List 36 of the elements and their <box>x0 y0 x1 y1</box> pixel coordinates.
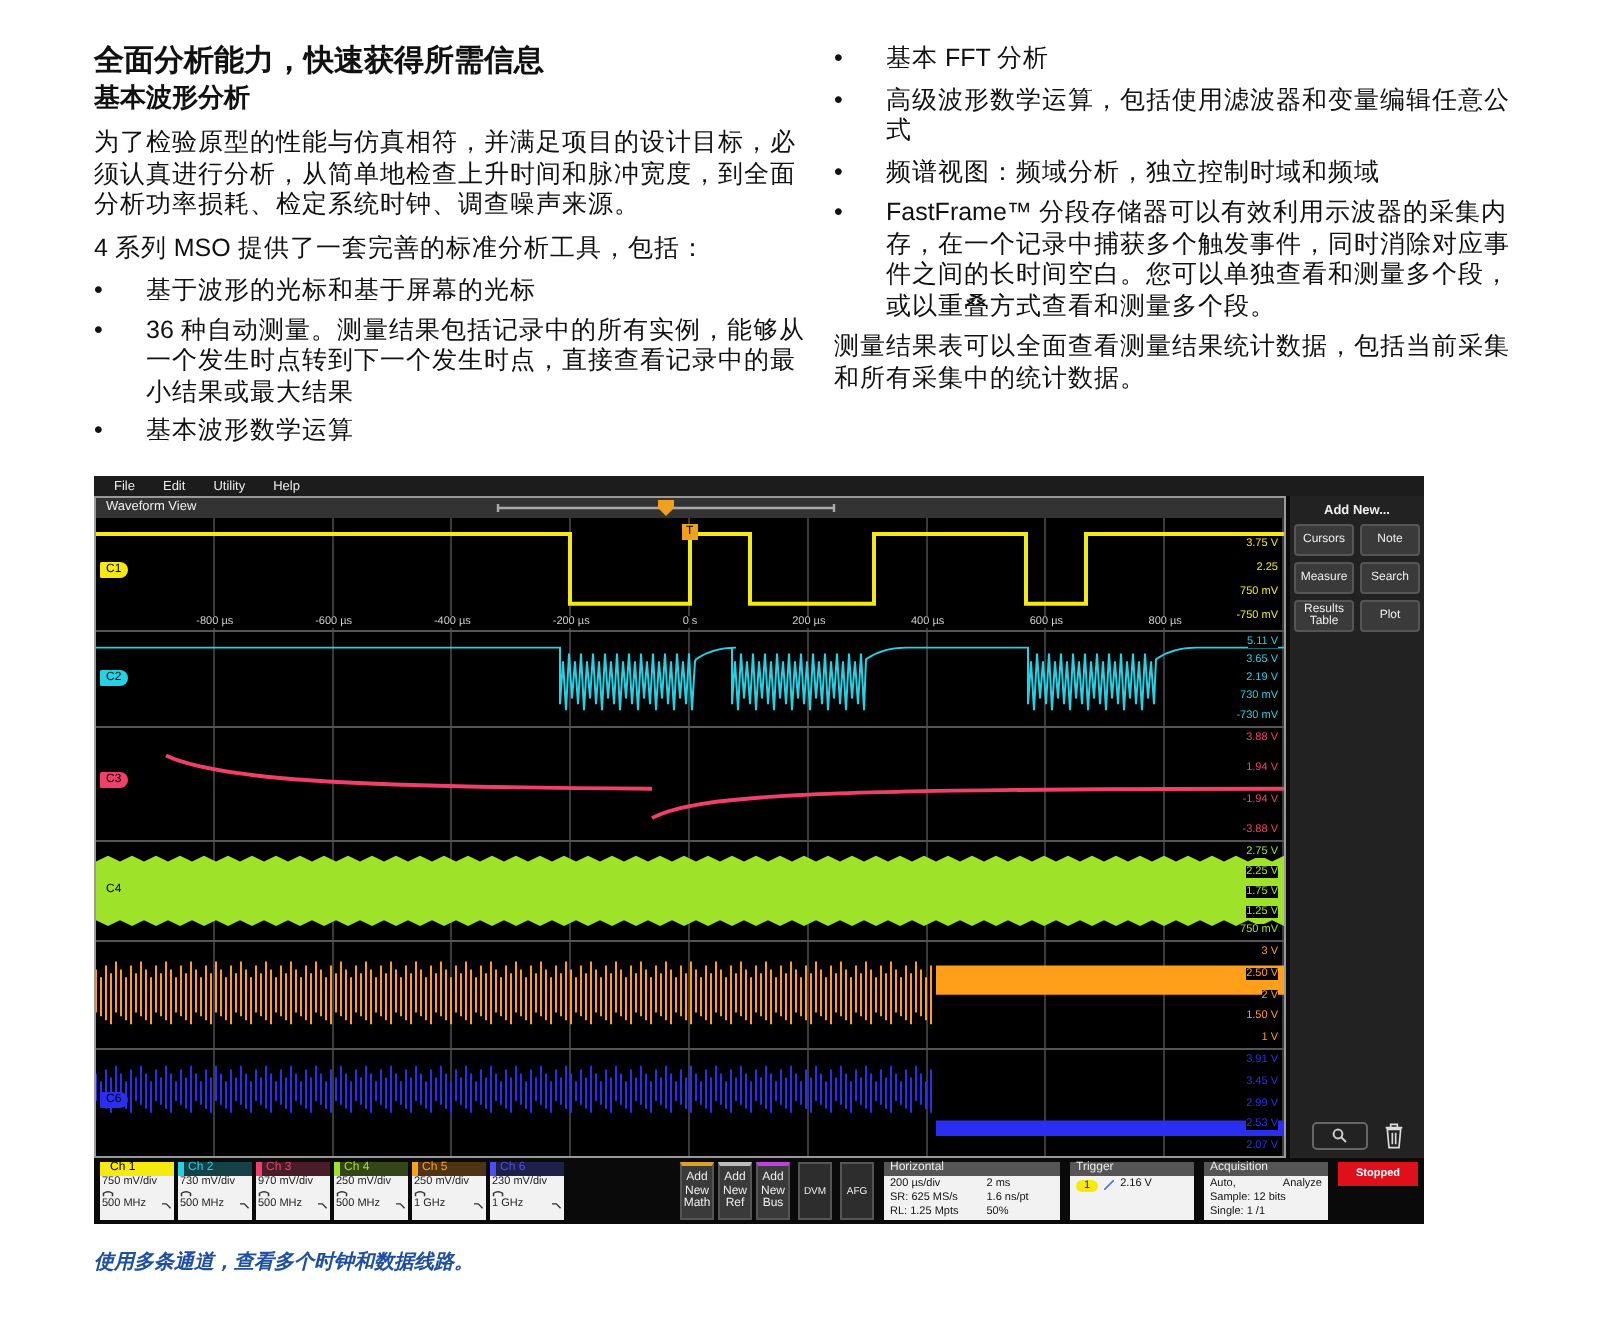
zoom-icon[interactable] <box>1311 1122 1367 1150</box>
filter-icon <box>240 1201 250 1209</box>
list-item: 基本 FFT 分析 <box>886 44 1052 75</box>
probe-icon <box>414 1190 426 1198</box>
bullet: • <box>834 157 845 188</box>
list-item: 基本波形数学运算 <box>146 416 356 447</box>
probe-icon <box>102 1190 114 1198</box>
filter-icon <box>162 1201 172 1209</box>
bullet: • <box>94 276 105 307</box>
bullet: • <box>94 416 105 447</box>
filter-icon <box>552 1201 562 1209</box>
overview-bar[interactable] <box>496 500 836 516</box>
bullet: • <box>94 315 105 347</box>
paragraph: 4 系列 MSO 提供了一套完善的标准分析工具，包括： <box>94 233 708 264</box>
paragraph: 测量结果表可以全面查看测量结果统计数据，包括当前采集和所有采集中的统计数据。 <box>834 332 1512 394</box>
rising-edge-icon <box>1104 1180 1115 1190</box>
list-item: FastFrame™ 分段存储器可以有效利用示波器的采集内存，在一个记录中捕获多个触发事件，同时消除对应事件之间的长时间空白。您可以单独查看和测量多个段，或以重叠方式查看和测量多个段。 <box>886 198 1512 322</box>
heading: 全面分析能力，快速获得所需信息 <box>94 44 546 80</box>
list-item: 高级波形数学运算，包括使用滤波器和变量编辑任意公式 <box>886 85 1512 147</box>
filter-icon <box>318 1201 328 1209</box>
trash-icon[interactable] <box>1383 1122 1403 1150</box>
bullet: • <box>834 85 845 117</box>
list-item: 36 种自动测量。测量结果包括记录中的所有实例，能够从一个发生时点转到下一个发生时点，直接查看记录中的最小结果或最大结果 <box>146 315 807 408</box>
bullet: • <box>834 198 845 230</box>
bullet: • <box>834 44 845 75</box>
probe-icon <box>492 1190 504 1198</box>
probe-icon <box>258 1190 270 1198</box>
paragraph: 为了检验原型的性能与仿真相符，并满足项目的设计目标，必须认真进行分析，从简单地检查上升时间和脉冲宽度，到全面分析功率损耗、检定系统时钟、调查噪声来源。 <box>94 128 798 221</box>
subheading: 基本波形分析 <box>94 80 252 116</box>
filter-icon <box>474 1201 484 1209</box>
figure-caption: 使用多条通道，查看多个时钟和数据线路。 <box>94 1249 476 1276</box>
list-item: 基于波形的光标和基于屏幕的光标 <box>146 276 538 307</box>
list-item: 频谱视图：频域分析，独立控制时域和频域 <box>886 157 1382 188</box>
filter-icon <box>396 1201 406 1209</box>
probe-icon <box>336 1190 348 1198</box>
probe-icon <box>180 1190 192 1198</box>
